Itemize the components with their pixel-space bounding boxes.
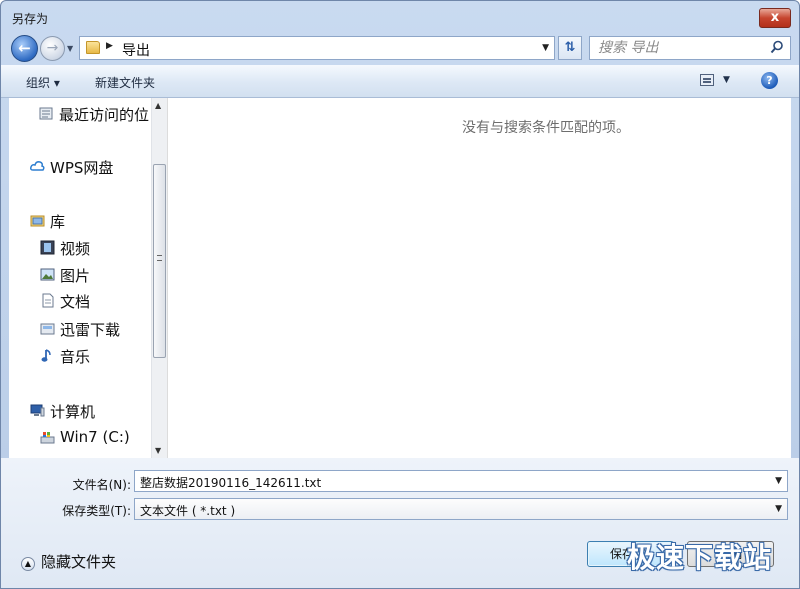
organize-menu[interactable]: 组织 ▾ (26, 74, 60, 91)
views-dropdown-icon[interactable]: ▼ (723, 75, 730, 85)
nav-item-label: 视频 (60, 240, 91, 258)
filetype-value: 文本文件 ( *.txt ) (140, 504, 236, 518)
back-button[interactable]: ← (11, 35, 38, 62)
nav-pane-scrollbar[interactable]: ▲ ▼ (151, 98, 167, 458)
title-bar: 另存为 x (1, 1, 799, 31)
close-button[interactable]: x (759, 8, 791, 28)
drive-icon (40, 432, 55, 444)
nav-item-label: Win7 (C:) (60, 428, 130, 446)
computer-icon (30, 404, 45, 417)
nav-item-drive-c[interactable]: Win7 (C:) (40, 428, 130, 446)
chevron-down-icon[interactable]: ▼ (775, 476, 782, 486)
chevron-up-icon: ▲ (21, 557, 35, 571)
scroll-down-icon[interactable]: ▼ (155, 446, 161, 455)
filename-label: 文件名(N): (72, 478, 131, 492)
window-title: 另存为 (12, 12, 49, 26)
filetype-select[interactable]: 文本文件 ( *.txt ) ▼ (134, 498, 788, 520)
command-toolbar: 组织 ▾ 新建文件夹 ▼ ? (1, 65, 799, 98)
scrollbar-thumb[interactable] (153, 164, 166, 358)
filename-value[interactable]: 整店数据20190116_142611.txt (140, 474, 321, 491)
chevron-down-icon[interactable]: ▼ (542, 43, 549, 53)
help-icon[interactable]: ? (761, 72, 778, 89)
hide-folders-toggle[interactable]: ▲ 隐藏文件夹 (21, 551, 116, 572)
search-icon[interactable] (770, 40, 784, 54)
breadcrumb-current[interactable]: 导出 (122, 40, 150, 60)
filetype-label: 保存类型(T): (62, 504, 131, 518)
empty-results-message: 没有与搜索条件匹配的项。 (462, 120, 630, 136)
nav-item-label: 最近访问的位 (59, 106, 150, 124)
video-icon (40, 240, 55, 255)
refresh-button[interactable]: ⇅ (558, 36, 582, 60)
nav-item-label: 迅雷下载 (60, 321, 121, 339)
nav-item-wps-cloud[interactable]: WPS网盘 (30, 157, 114, 178)
document-icon (42, 293, 54, 308)
nav-item-computer[interactable]: 计算机 (30, 401, 96, 422)
arrow-left-icon: ← (18, 39, 31, 57)
main-area: 最近访问的位 WPS网盘 库 视频 图片 文档 迅雷下载 音乐 计算机 Win7… (9, 98, 791, 458)
forward-button[interactable]: → (40, 36, 65, 61)
refresh-icon: ⇅ (564, 40, 576, 55)
nav-item-pictures[interactable]: 图片 (40, 265, 91, 286)
nav-item-recent-places[interactable]: 最近访问的位 (39, 104, 150, 125)
nav-item-label: 库 (50, 213, 66, 231)
nav-item-videos[interactable]: 视频 (40, 238, 91, 259)
search-box[interactable] (589, 36, 791, 60)
picture-icon (40, 268, 55, 281)
hide-folders-label: 隐藏文件夹 (41, 553, 117, 571)
chevron-right-icon[interactable]: ▶ (106, 41, 113, 51)
watermark-logo: 极速下载站 (627, 541, 773, 574)
new-folder-button[interactable]: 新建文件夹 (95, 74, 155, 91)
library-icon (30, 215, 45, 227)
nav-item-label: WPS网盘 (50, 159, 114, 177)
folder-icon (86, 41, 100, 54)
nav-item-documents[interactable]: 文档 (42, 291, 91, 312)
nav-item-label: 计算机 (50, 403, 96, 421)
search-input[interactable] (598, 39, 763, 57)
recent-places-icon (39, 107, 53, 120)
navigation-pane: 最近访问的位 WPS网盘 库 视频 图片 文档 迅雷下载 音乐 计算机 Win7… (9, 98, 151, 458)
chevron-down-icon[interactable]: ▼ (775, 504, 782, 514)
arrow-right-icon: → (46, 40, 59, 56)
grip-icon (157, 255, 162, 261)
navigation-bar: ← → ▼ ▶ 导出 ▼ ⇅ (1, 31, 799, 65)
download-icon (40, 323, 55, 335)
file-list-pane[interactable]: 没有与搜索条件匹配的项。 (167, 98, 791, 458)
nav-item-xunlei-downloads[interactable]: 迅雷下载 (40, 319, 121, 340)
nav-item-label: 文档 (60, 293, 91, 311)
nav-item-music[interactable]: 音乐 (41, 346, 91, 367)
scroll-up-icon[interactable]: ▲ (155, 101, 161, 110)
filename-field[interactable]: 整店数据20190116_142611.txt ▼ (134, 470, 788, 492)
nav-item-label: 图片 (60, 267, 91, 285)
history-dropdown-icon[interactable]: ▼ (67, 44, 73, 53)
nav-item-label: 音乐 (60, 348, 91, 366)
views-icon[interactable] (700, 74, 714, 86)
nav-item-libraries[interactable]: 库 (30, 211, 66, 232)
music-icon (41, 349, 51, 362)
address-bar[interactable]: ▶ 导出 ▼ (79, 36, 555, 60)
save-as-dialog: 另存为 x ← → ▼ ▶ 导出 ▼ ⇅ 组织 ▾ 新建文件夹 (0, 0, 800, 589)
cloud-icon (30, 161, 45, 171)
